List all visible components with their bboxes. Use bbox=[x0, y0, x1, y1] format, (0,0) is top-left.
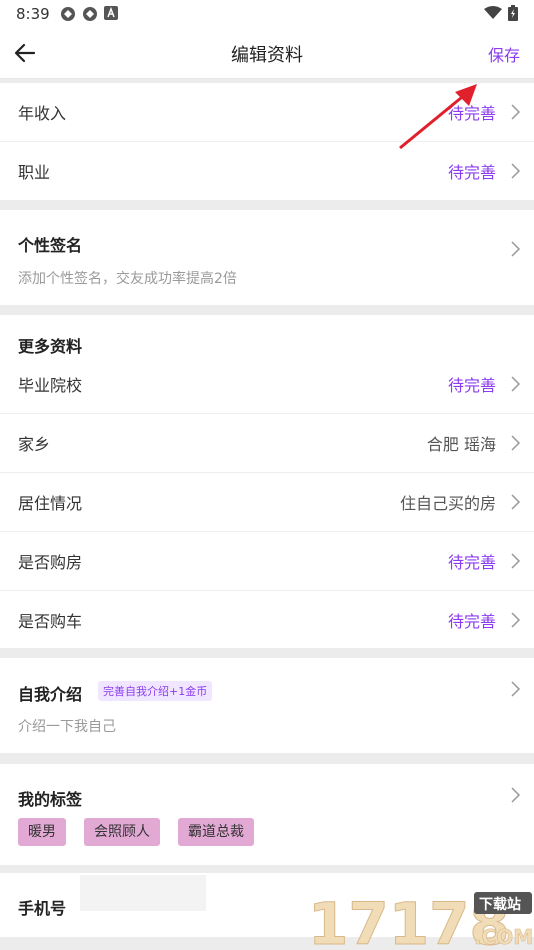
more-info-rows: 毕业院校 待完善 家乡 合肥 瑶海 居住情况 住自己买的房 是否购房 待完善 是… bbox=[0, 355, 534, 649]
watermark-domain: .COM bbox=[474, 925, 533, 949]
row-value: 待完善 bbox=[447, 612, 496, 631]
chevron-right-icon bbox=[511, 241, 521, 257]
wifi-icon bbox=[484, 6, 502, 19]
status-icons-right bbox=[484, 5, 518, 21]
phone-label: 手机号 bbox=[18, 899, 67, 918]
chevron-right-icon bbox=[511, 681, 521, 697]
row-value: 待完善 bbox=[447, 376, 496, 395]
self-intro-title: 自我介绍 bbox=[18, 685, 83, 704]
row-label: 毕业院校 bbox=[18, 376, 83, 395]
tag-chip[interactable]: 会照顾人 bbox=[84, 818, 160, 846]
watermark-site: 下载站 bbox=[479, 896, 521, 913]
row-label: 职业 bbox=[18, 163, 51, 182]
row-owns-car[interactable]: 是否购车 待完善 bbox=[0, 591, 534, 649]
status-time: 8:39 bbox=[16, 5, 50, 23]
chevron-right-icon bbox=[511, 553, 521, 569]
page-title: 编辑资料 bbox=[231, 45, 303, 66]
site-watermark-logo: 17178 下载站 .COM bbox=[308, 890, 533, 950]
more-info-card: 更多资料 毕业院校 待完善 家乡 合肥 瑶海 居住情况 住自己买的房 是否购房 … bbox=[0, 315, 534, 648]
a-badge-icon bbox=[104, 6, 118, 20]
self-intro-reward-badge: 完善自我介绍+1金币 bbox=[98, 681, 213, 701]
my-tags-card[interactable]: 我的标签 暖男 会照顾人 霸道总裁 bbox=[0, 764, 534, 865]
sync-icon bbox=[83, 7, 97, 21]
chevron-right-icon bbox=[511, 104, 521, 120]
chevron-right-icon bbox=[511, 787, 521, 803]
chevron-right-icon bbox=[511, 612, 521, 628]
tag-chip[interactable]: 暖男 bbox=[18, 818, 66, 846]
chevron-right-icon bbox=[511, 494, 521, 510]
signature-title: 个性签名 bbox=[18, 236, 83, 255]
save-button[interactable]: 保存 bbox=[488, 42, 520, 66]
nav-bar: 编辑资料 保存 bbox=[0, 28, 534, 79]
row-value: 住自己买的房 bbox=[399, 494, 496, 513]
sync-icon bbox=[61, 7, 75, 21]
row-label: 年收入 bbox=[18, 104, 67, 123]
row-value: 合肥 瑶海 bbox=[426, 435, 496, 454]
chevron-right-icon bbox=[511, 435, 521, 451]
row-hometown[interactable]: 家乡 合肥 瑶海 bbox=[0, 414, 534, 473]
row-label: 是否购车 bbox=[18, 612, 83, 631]
row-value: 待完善 bbox=[447, 163, 496, 182]
chevron-right-icon bbox=[511, 376, 521, 392]
status-bar: 8:39 bbox=[0, 0, 534, 28]
row-value: 待完善 bbox=[447, 553, 496, 572]
annotation-arrow-icon bbox=[399, 84, 477, 150]
battery-icon bbox=[508, 5, 518, 21]
row-label: 家乡 bbox=[18, 435, 51, 454]
row-label: 居住情况 bbox=[18, 494, 83, 513]
row-owns-house[interactable]: 是否购房 待完善 bbox=[0, 532, 534, 591]
signature-card[interactable]: 个性签名 添加个性签名，交友成功率提高2倍 bbox=[0, 210, 534, 305]
self-intro-placeholder: 介绍一下我自己 bbox=[18, 719, 116, 735]
phone-value-redacted bbox=[80, 875, 206, 911]
more-info-title: 更多资料 bbox=[18, 337, 83, 356]
tag-chip[interactable]: 霸道总裁 bbox=[178, 818, 254, 846]
signature-placeholder: 添加个性签名，交友成功率提高2倍 bbox=[18, 271, 237, 287]
self-intro-card[interactable]: 自我介绍 完善自我介绍+1金币 介绍一下我自己 bbox=[0, 658, 534, 753]
chevron-right-icon bbox=[511, 163, 521, 179]
row-school[interactable]: 毕业院校 待完善 bbox=[0, 355, 534, 414]
row-label: 是否购房 bbox=[18, 553, 83, 572]
row-residence[interactable]: 居住情况 住自己买的房 bbox=[0, 473, 534, 532]
my-tags-title: 我的标签 bbox=[18, 790, 83, 809]
status-icons-left bbox=[60, 6, 118, 22]
